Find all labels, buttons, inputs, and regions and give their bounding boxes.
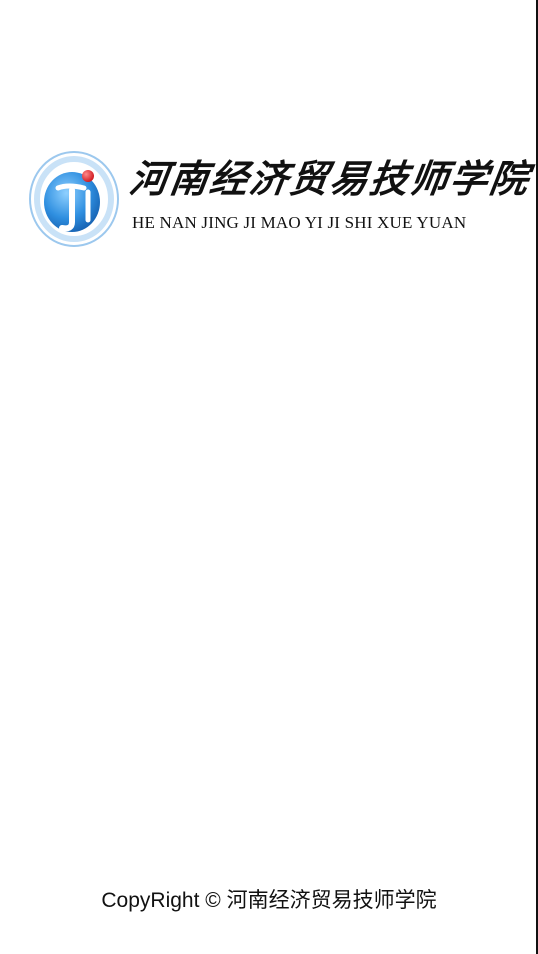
copyright-footer: CopyRight © 河南经济贸易技师学院: [101, 889, 437, 912]
school-emblem-icon: [28, 150, 120, 248]
school-name-chinese: 河南经济贸易技师学院: [126, 156, 534, 201]
splash-screen: 河南经济贸易技师学院 HE NAN JING JI MAO YI JI SHI …: [0, 0, 538, 954]
school-name-pinyin: HE NAN JING JI MAO YI JI SHI XUE YUAN: [132, 213, 467, 232]
school-logo: 河南经济贸易技师学院 HE NAN JING JI MAO YI JI SHI …: [28, 148, 534, 252]
